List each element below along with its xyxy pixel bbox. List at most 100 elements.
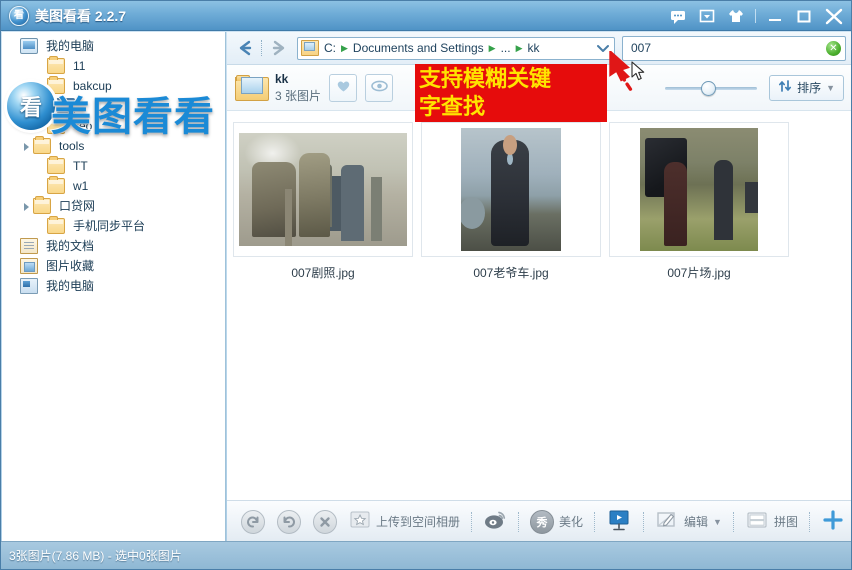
collage-icon — [745, 510, 769, 533]
heart-icon — [336, 79, 351, 96]
folder-tree: 我的电脑 11 bakcup kk seo tools TT w1 口贷网手机同步平台我的文档图… — [2, 32, 225, 296]
tree-item-label: 我的文档 — [46, 239, 95, 253]
tree-item-手机同步平台[interactable]: 手机同步平台 — [2, 216, 225, 236]
search-input[interactable] — [629, 40, 826, 56]
tree-item-label: 手机同步平台 — [73, 219, 146, 233]
rotate-left-icon — [241, 509, 265, 534]
tree-item-label: kk — [55, 98, 75, 114]
tree-item-w1[interactable]: w1 — [2, 176, 225, 196]
folder-icon — [47, 116, 65, 134]
folder-icon — [47, 56, 65, 74]
navigation-bar: C:▶Documents and Settings▶...▶kk ✕ — [227, 32, 851, 65]
application-window: 看 美图看看 2.2.7 我的电脑 11 bakcup kk seo tools… — [0, 0, 852, 570]
tree-item-label: TT — [73, 159, 88, 173]
tree-item-label: 图片收藏 — [46, 259, 95, 273]
thumbnail-row: 007剧照.jpg 007老爷车.jpg 007片场.jpg — [231, 122, 851, 281]
add-button[interactable] — [815, 507, 851, 537]
toolbar-separator — [808, 511, 810, 532]
address-bar[interactable]: C: ▶ Documents and Settings ▶... ▶ kk — [297, 36, 615, 60]
tree-item-口贷网[interactable]: 口贷网 — [2, 196, 225, 216]
thumbnail-item[interactable]: 007老爷车.jpg — [419, 122, 603, 281]
clear-search-icon[interactable]: ✕ — [826, 40, 841, 56]
tree-item-label: tools — [59, 139, 85, 153]
thumbnail-image — [461, 128, 561, 251]
tree-item-label: bakcup — [73, 79, 112, 93]
tree-item-TT[interactable]: TT — [2, 156, 225, 176]
plus-icon — [821, 508, 845, 535]
breadcrumb-item[interactable]: C: — [322, 41, 338, 55]
tree-item-图片收藏[interactable]: 图片收藏 — [2, 256, 225, 276]
thumbnail-grid[interactable]: 007剧照.jpg 007老爷车.jpg 007片场.jpg — [227, 112, 851, 500]
nav-separator — [261, 40, 263, 56]
beautify-button[interactable]: 秀 美化 — [524, 507, 589, 537]
breadcrumb-item[interactable]: kk — [526, 41, 542, 55]
beautify-label: 美化 — [559, 515, 584, 529]
toolbar-separator — [732, 511, 734, 532]
folder-name: kk — [275, 72, 289, 87]
folder-image-count: 3 张图片 — [275, 88, 322, 103]
breadcrumb-item[interactable]: Documents and Settings — [351, 41, 486, 55]
slider-knob[interactable] — [701, 80, 717, 96]
slideshow-button[interactable] — [600, 507, 638, 537]
thumbnail-frame — [609, 122, 789, 257]
tree-item-我的电脑[interactable]: 我的电脑 — [2, 276, 225, 296]
tree-item-label: 11 — [73, 59, 86, 73]
tree-item-label: w1 — [73, 179, 89, 193]
slideshow-view-button[interactable] — [365, 73, 394, 102]
folder-icon — [47, 176, 65, 194]
edit-button[interactable]: 编辑 ▼ — [649, 507, 728, 537]
status-bar: 3张图片(7.86 MB) - 选中0张图片 — [1, 541, 851, 569]
document-icon — [20, 238, 38, 254]
back-button[interactable] — [233, 35, 259, 61]
expander-icon[interactable] — [20, 200, 33, 213]
xiu-icon: 秀 — [530, 509, 555, 534]
tree-item-bakcup[interactable]: bakcup — [2, 76, 225, 96]
breadcrumb-item[interactable]: ... — [499, 41, 513, 55]
tree-item-我的电脑[interactable]: 我的电脑 — [2, 36, 225, 56]
folder-icon — [33, 136, 51, 154]
folder-tree-sidebar[interactable]: 我的电脑 11 bakcup kk seo tools TT w1 口贷网手机同步平台我的文档图… — [2, 32, 226, 542]
delete-button[interactable] — [307, 507, 343, 537]
toolbar-separator — [594, 511, 596, 532]
picture-folder-icon — [20, 258, 38, 274]
rotate-left-button[interactable] — [235, 507, 271, 537]
upload-to-qzone-button[interactable]: 上传到空间相册 — [343, 507, 466, 537]
rotate-right-button[interactable] — [271, 507, 307, 537]
address-dropdown-button[interactable] — [594, 38, 612, 59]
rotate-right-icon — [277, 509, 301, 534]
tree-item-seo[interactable]: seo — [2, 116, 225, 136]
annotation-line1: 支持模糊关键 — [419, 66, 552, 91]
forward-button[interactable] — [265, 35, 291, 61]
toolbar-separator — [518, 511, 520, 532]
tree-item-tools[interactable]: tools — [2, 136, 225, 156]
favorite-button[interactable] — [329, 73, 358, 102]
expander-icon[interactable] — [20, 140, 33, 153]
status-text: 3张图片(7.86 MB) - 选中0张图片 — [9, 549, 182, 563]
folder-icon — [47, 76, 65, 94]
sort-arrows-icon — [778, 79, 792, 96]
tree-item-label: seo — [73, 119, 93, 133]
annotation-callout: 支持模糊关键 字查找 — [415, 64, 607, 122]
folder-meta: kk 3 张图片 — [275, 71, 321, 103]
thumbnail-item[interactable]: 007剧照.jpg — [231, 122, 415, 281]
bottom-toolbar: 上传到空间相册 秀 美化 编辑 ▼ 拼图 — [227, 500, 851, 542]
tree-item-kk[interactable]: kk — [2, 96, 225, 116]
breadcrumb-separator-icon: ▶ — [488, 42, 496, 53]
folder-icon — [47, 156, 65, 174]
collage-button[interactable]: 拼图 — [739, 507, 804, 537]
sort-button[interactable]: 排序 ▼ — [769, 74, 844, 101]
thumbnail-item[interactable]: 007片场.jpg — [607, 122, 791, 281]
tree-item-11[interactable]: 11 — [2, 56, 225, 76]
thumbnail-zoom-slider[interactable] — [665, 78, 758, 98]
expander-icon[interactable] — [20, 100, 33, 113]
edit-caret-icon: ▼ — [713, 516, 722, 527]
share-weibo-button[interactable] — [477, 507, 513, 537]
edit-pencil-icon — [655, 509, 679, 534]
sort-caret-icon: ▼ — [826, 82, 835, 93]
thumbnail-caption: 007剧照.jpg — [291, 266, 355, 280]
tree-item-我的文档[interactable]: 我的文档 — [2, 236, 225, 256]
search-box[interactable]: ✕ — [622, 35, 846, 61]
